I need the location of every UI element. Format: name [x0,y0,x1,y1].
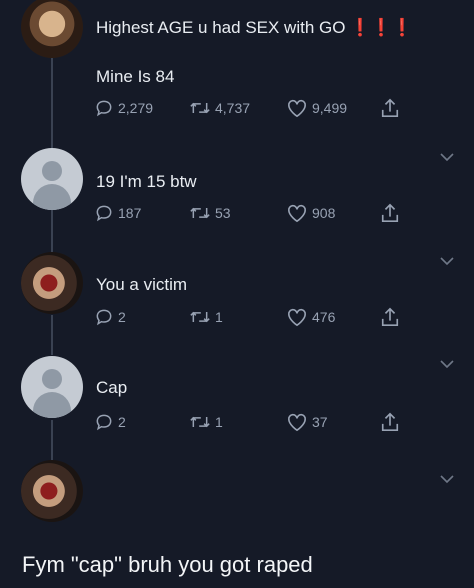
tweet-text: You a victim [96,275,188,294]
avatar-body [33,184,71,210]
tweet-text-main: Highest AGE u had SEX with GO [96,18,346,37]
share-icon [381,412,399,431]
tweet-text: Highest AGE u had SEX with GO ❗❗❗ [96,18,413,38]
reply-icon [96,100,112,117]
retweet-count: 1 [215,309,223,325]
thread-line [51,420,53,460]
avatar-head [42,161,62,181]
avatar-body [33,392,71,418]
avatar[interactable] [21,356,83,418]
like-button[interactable]: 9,499 [286,96,347,120]
caption-text: Fym "cap" bruh you got raped [22,552,313,577]
heart-icon [288,204,306,223]
tweet-actions: 187 53 908 [94,201,424,225]
reply-button[interactable]: 2,279 [94,96,153,120]
retweet-icon [190,311,210,323]
tweet-text: Cap [96,378,128,397]
retweet-icon [190,416,210,428]
thread-line [51,315,53,355]
like-button[interactable]: 37 [286,410,328,434]
share-button[interactable] [380,96,400,120]
share-icon [381,203,399,222]
avatar[interactable] [21,460,83,522]
chevron-down-icon[interactable] [440,359,454,369]
like-count: 476 [312,309,336,325]
share-icon [381,98,399,117]
reply-count: 2 [118,309,126,325]
reply-button[interactable]: 187 [94,201,141,225]
retweet-count: 4,737 [215,100,251,116]
thread-line [51,58,53,150]
like-count: 9,499 [312,100,348,116]
retweet-count: 1 [215,414,223,430]
avatar[interactable] [21,252,83,314]
avatar[interactable] [21,148,83,210]
share-button[interactable] [380,410,400,434]
reply-button[interactable]: 2 [94,410,126,434]
share-button[interactable] [380,201,400,225]
reply-count: 187 [118,205,142,221]
reply-icon [96,205,112,222]
reply-icon [96,309,112,326]
heart-icon [288,308,306,327]
avatar-head [42,369,62,389]
like-button[interactable]: 908 [286,201,335,225]
retweet-icon [190,207,210,219]
retweet-button[interactable]: 1 [189,410,223,434]
retweet-icon [190,102,210,114]
retweet-count: 53 [215,205,231,221]
heart-icon [288,413,306,432]
chevron-down-icon[interactable] [440,256,454,266]
share-button[interactable] [380,305,400,329]
tweet-actions: 2 1 37 [94,410,424,434]
reply-icon [96,414,112,431]
chevron-down-icon[interactable] [440,474,454,484]
retweet-button[interactable]: 53 [189,201,231,225]
tweet-actions: 2,279 4,737 9,499 [94,96,424,120]
like-count: 37 [312,414,328,430]
chevron-down-icon[interactable] [440,152,454,162]
tweet-reply-line: Mine Is 84 [96,67,175,86]
heart-icon [288,99,306,118]
share-icon [381,307,399,326]
reply-count: 2 [118,414,126,430]
exclamation-emoji: ❗❗❗ [349,18,413,37]
thread-line [51,210,53,255]
like-count: 908 [312,205,336,221]
reply-count: 2,279 [118,100,154,116]
avatar[interactable] [21,0,83,58]
like-button[interactable]: 476 [286,305,335,329]
tweet-text: 19 I'm 15 btw [96,172,197,191]
retweet-button[interactable]: 1 [189,305,223,329]
tweet-actions: 2 1 476 [94,305,424,329]
reply-button[interactable]: 2 [94,305,126,329]
retweet-button[interactable]: 4,737 [189,96,250,120]
